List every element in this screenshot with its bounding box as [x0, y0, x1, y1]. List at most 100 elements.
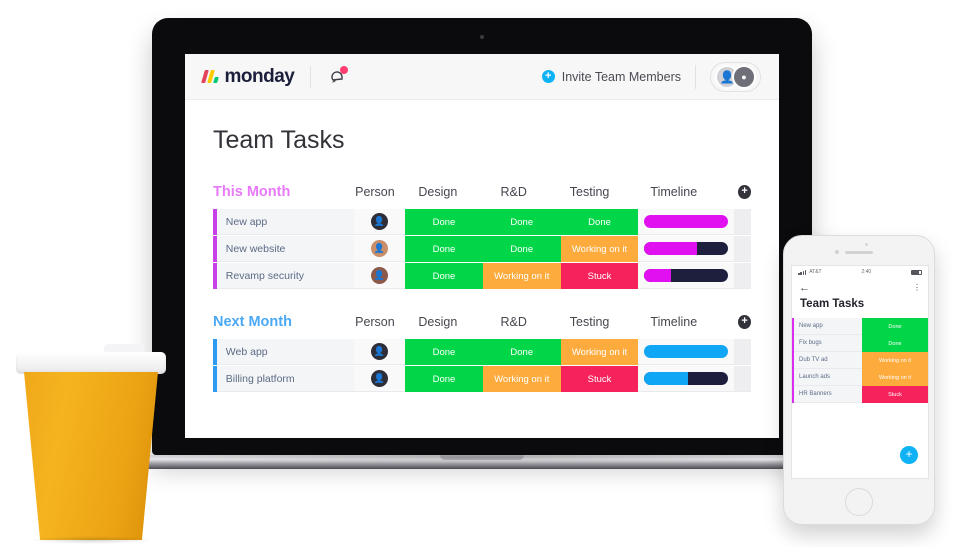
person-cell[interactable]: 👤 [353, 209, 406, 235]
phone-screen: AT&T 2:40 ← ⋮ Team Tasks New app Done Fix … [791, 265, 929, 479]
invite-label: Invite Team Members [561, 69, 681, 84]
status-cell[interactable]: Done [482, 236, 561, 262]
status-cell[interactable]: Done [405, 366, 483, 392]
status-cell[interactable]: Stuck [560, 366, 639, 392]
timeline-cell[interactable] [638, 209, 734, 235]
list-item[interactable]: Launch ads Working on it [792, 369, 928, 386]
status-cell[interactable]: Done [405, 209, 483, 235]
phone-sensor-icon [865, 243, 868, 246]
timeline-track [644, 372, 728, 385]
status-cell[interactable]: Working on it [482, 366, 561, 392]
phone-nav-bar: ← ⋮ [792, 278, 928, 298]
phone-task-list: New app Done Fix bugs Done Dub TV ad Working … [792, 318, 928, 403]
status-cell[interactable]: Done [862, 318, 928, 335]
timeline-cell[interactable] [638, 236, 734, 262]
row-end-cell [733, 209, 751, 235]
person-cell[interactable]: 👤 [353, 366, 406, 392]
table-row[interactable]: Billing platform 👤 Done Working on it Stuck [213, 366, 751, 392]
task-name[interactable]: New app [216, 209, 354, 235]
column-header-design[interactable]: Design [400, 315, 476, 329]
phone-home-button[interactable] [845, 488, 873, 516]
list-item[interactable]: Dub TV ad Working on it [792, 352, 928, 369]
avatar-secondary: ● [732, 64, 756, 89]
list-item[interactable]: New app Done [792, 318, 928, 335]
status-cell[interactable]: Working on it [862, 369, 928, 386]
list-item[interactable]: HR Banners Stuck [792, 386, 928, 403]
phone-status-bar: AT&T 2:40 [792, 266, 928, 278]
avatar: 👤 [370, 370, 388, 387]
timeline-track [644, 345, 728, 358]
status-cell[interactable]: Working on it [560, 339, 639, 365]
avatar: 👤 [370, 267, 388, 284]
status-cell[interactable]: Done [482, 209, 561, 235]
invite-plus-icon: + [541, 70, 555, 83]
header-right: + Invite Team Members 👤 ● [541, 61, 761, 92]
list-item[interactable]: Fix bugs Done [792, 335, 928, 352]
invite-team-members-button[interactable]: + Invite Team Members [541, 69, 681, 84]
coffee-cup [16, 344, 166, 544]
status-cell[interactable]: Stuck [560, 263, 639, 289]
header-divider [310, 65, 312, 88]
timeline-cell[interactable] [638, 366, 734, 392]
overflow-menu-icon[interactable]: ⋮ [913, 284, 921, 292]
add-column-icon[interactable]: + [738, 315, 752, 329]
timeline-track [644, 242, 728, 255]
status-cell[interactable]: Stuck [862, 386, 928, 403]
table-row[interactable]: Revamp security 👤 Done Working on it Stuck [213, 263, 751, 289]
coffee-cup-lid [16, 352, 166, 374]
table-row[interactable]: Web app 👤 Done Done Working on it [213, 339, 751, 365]
notification-bell-icon[interactable] [327, 65, 349, 87]
task-name[interactable]: Billing platform [216, 366, 354, 392]
phone-device: AT&T 2:40 ← ⋮ Team Tasks New app Done Fix … [783, 235, 935, 525]
status-cell[interactable]: Done [405, 263, 483, 289]
phone-page-title: Team Tasks [800, 298, 865, 310]
laptop-shadow [120, 452, 850, 462]
column-header-timeline[interactable]: Timeline [628, 185, 721, 199]
column-header-testing[interactable]: Testing [552, 315, 628, 329]
status-cell[interactable]: Done [405, 236, 483, 262]
column-header-person[interactable]: Person [350, 185, 400, 199]
status-cell[interactable]: Working on it [560, 236, 639, 262]
avatar: 👤 [370, 213, 388, 230]
status-cell[interactable]: Done [405, 339, 483, 365]
person-cell[interactable]: 👤 [353, 236, 406, 262]
task-name[interactable]: New website [216, 236, 354, 262]
timeline-fill [644, 269, 672, 282]
task-name[interactable]: Revamp security [216, 263, 354, 289]
column-header-rd[interactable]: R&D [476, 185, 552, 199]
status-cell[interactable]: Done [482, 339, 561, 365]
status-cell[interactable]: Done [560, 209, 639, 235]
add-column-icon[interactable]: + [738, 185, 752, 199]
status-cell[interactable]: Working on it [482, 263, 561, 289]
column-header-timeline[interactable]: Timeline [628, 315, 721, 329]
row-end-cell [733, 339, 751, 365]
person-cell[interactable]: 👤 [353, 263, 406, 289]
monday-logo[interactable]: monday [201, 66, 295, 88]
group-header: This Month Person Design R&D Testing Timeline… [213, 181, 752, 203]
column-header-rd[interactable]: R&D [476, 315, 552, 329]
laptop-camera-icon [480, 35, 484, 39]
carrier-label: AT&T [809, 269, 822, 275]
status-cell[interactable]: Done [862, 335, 928, 352]
task-name: Launch ads [794, 369, 862, 386]
back-arrow-icon[interactable]: ← [799, 282, 810, 294]
avatar-group[interactable]: 👤 ● [710, 61, 761, 92]
column-header-person[interactable]: Person [350, 315, 400, 329]
person-cell[interactable]: 👤 [353, 339, 406, 365]
status-cell[interactable]: Working on it [862, 352, 928, 369]
timeline-cell[interactable] [638, 339, 734, 365]
column-header-design[interactable]: Design [400, 185, 476, 199]
table-row[interactable]: New app 👤 Done Done Done [213, 209, 751, 235]
timeline-cell[interactable] [638, 263, 734, 289]
table-row[interactable]: New website 👤 Done Done Working on it [213, 236, 751, 262]
add-task-fab-button[interactable]: + [900, 446, 918, 464]
battery-icon [911, 269, 922, 275]
app-header: monday + Invite Team Members 👤 ● [185, 54, 779, 100]
task-name[interactable]: Web app [216, 339, 354, 365]
group-title[interactable]: Next Month [213, 314, 350, 330]
timeline-track [644, 269, 728, 282]
page-title: Team Tasks [213, 126, 345, 154]
group-title[interactable]: This Month [213, 184, 350, 200]
task-name: New app [794, 318, 862, 335]
column-header-testing[interactable]: Testing [552, 185, 628, 199]
